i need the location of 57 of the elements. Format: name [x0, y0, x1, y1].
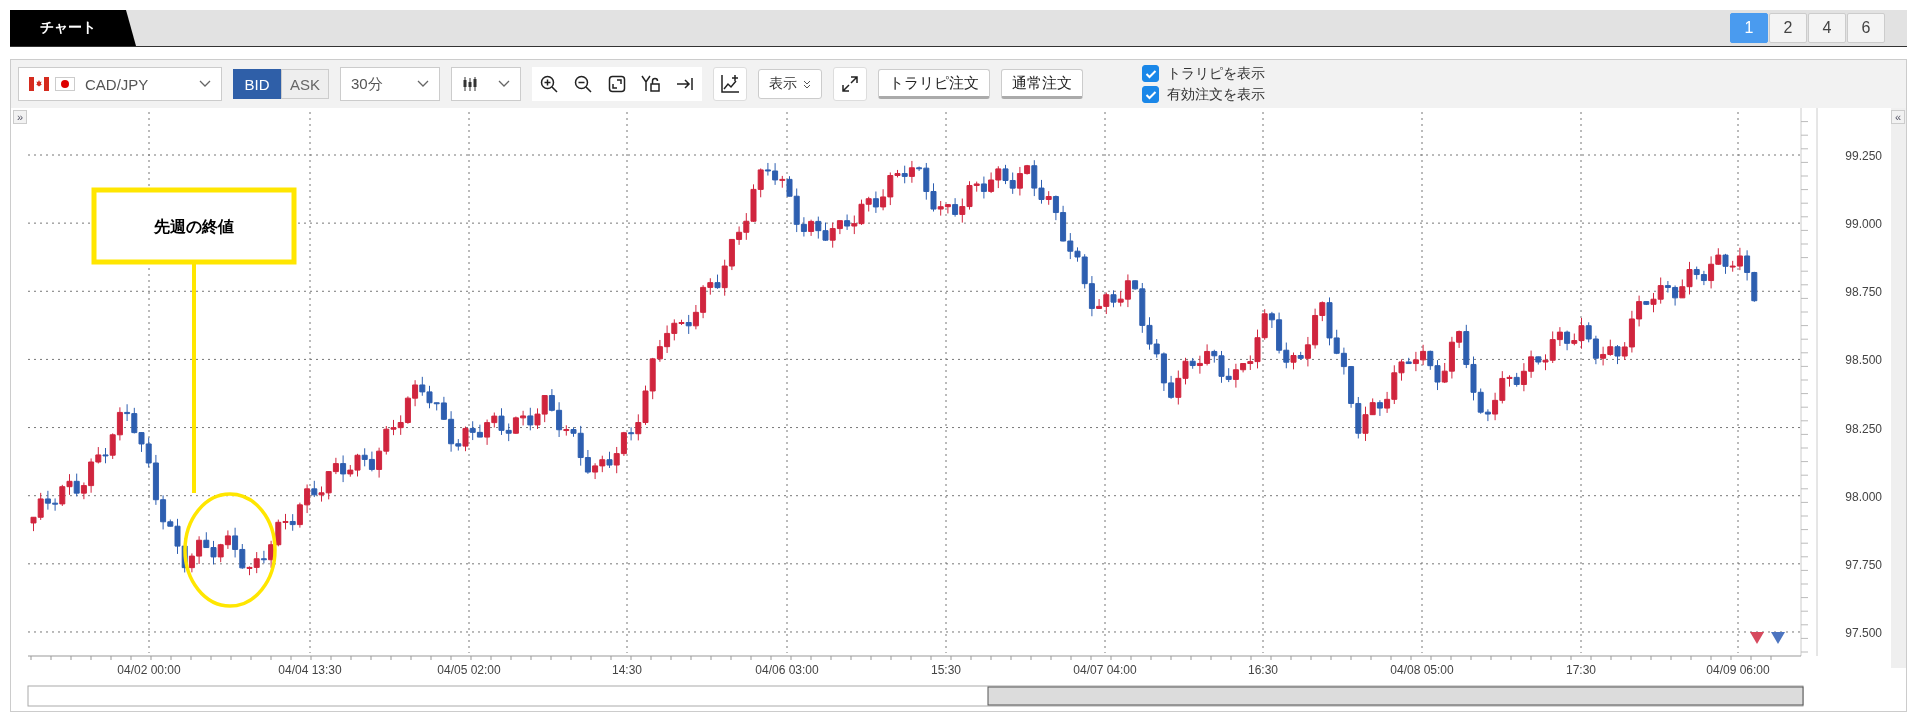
sell-marker-icon [1750, 632, 1764, 644]
checkbox-label: 有効注文を表示 [1167, 85, 1265, 104]
order-button[interactable]: トラリピ注文 [878, 69, 990, 99]
time-axis-label: 04/04 13:30 [278, 663, 342, 677]
time-axis-label: 14:30 [612, 663, 642, 677]
checkbox[interactable] [1142, 65, 1159, 82]
checkbox[interactable] [1142, 86, 1159, 103]
chevron-down-icon [417, 80, 429, 88]
time-axis-label: 16:30 [1248, 663, 1278, 677]
time-axis-label: 04/09 06:00 [1706, 663, 1770, 677]
buy-marker-icon [1771, 632, 1785, 644]
double-chevron-down-icon [803, 79, 811, 89]
layout-button[interactable]: 4 [1808, 13, 1846, 43]
fit-screen-icon [608, 75, 626, 93]
price-axis-label: 99.000 [1845, 217, 1882, 232]
display-menu-button[interactable]: 表示 [758, 69, 822, 99]
chart-tab[interactable]: チャート [10, 10, 136, 46]
price-axis-label: 98.000 [1845, 489, 1882, 504]
zoom-out-icon [574, 75, 592, 93]
japan-flag-icon [55, 77, 75, 91]
price-type-toggle[interactable]: BID [233, 69, 281, 99]
price-axis-label: 98.250 [1845, 421, 1882, 436]
checkbox-label: トラリピを表示 [1167, 64, 1265, 83]
expand-button[interactable] [833, 67, 867, 101]
zoom-in-icon [540, 75, 558, 93]
time-axis-label: 04/07 04:00 [1073, 663, 1137, 677]
time-axis-label: 04/06 03:00 [755, 663, 819, 677]
order-button[interactable]: 通常注文 [1001, 69, 1083, 99]
layout-button[interactable]: 2 [1769, 13, 1807, 43]
currency-pair-select[interactable]: CAD/JPY [18, 67, 222, 101]
timeframe-select[interactable]: 30分 [340, 67, 440, 101]
chevron-down-icon [199, 80, 211, 88]
layout-button[interactable]: 6 [1847, 13, 1885, 43]
time-axis-label: 15:30 [931, 663, 961, 677]
time-axis-label: 17:30 [1566, 663, 1596, 677]
collapse-right-toggle[interactable]: « [1891, 110, 1905, 124]
jump-to-end-icon [676, 75, 694, 93]
y-lock-icon [641, 75, 661, 93]
chart-plus-icon [720, 74, 740, 94]
price-axis-label: 98.750 [1845, 285, 1882, 300]
canada-flag-icon [29, 77, 49, 91]
add-indicator-button[interactable] [713, 67, 747, 101]
price-axis-label: 98.500 [1845, 353, 1882, 368]
annotation-label: 先週の終値 [154, 218, 234, 235]
price-axis-label: 99.250 [1845, 149, 1882, 163]
scrollbar-thumb[interactable] [987, 686, 1804, 706]
price-type-toggle[interactable]: ASK [281, 69, 329, 99]
time-axis-label: 04/02 00:00 [117, 663, 181, 677]
candlestick-icon [462, 76, 478, 92]
chevron-down-icon [498, 80, 510, 88]
chart-type-select[interactable] [451, 67, 521, 101]
expand-left-toggle[interactable]: » [13, 110, 27, 124]
expand-icon [841, 75, 859, 93]
price-axis-label: 97.750 [1845, 557, 1882, 572]
time-axis-label: 04/08 05:00 [1390, 663, 1454, 677]
price-axis-label: 97.500 [1845, 626, 1882, 640]
time-axis-label: 04/05 02:00 [437, 663, 501, 677]
